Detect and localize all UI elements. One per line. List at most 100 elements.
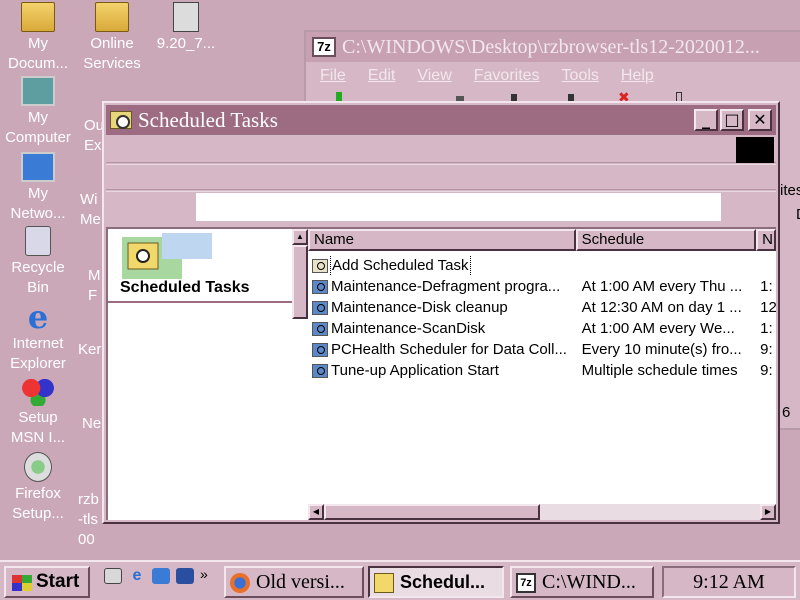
- quick-launch: e »: [104, 567, 214, 596]
- windows-flag-icon: [12, 575, 32, 591]
- desktop-icon-label: Firefox Setup...: [12, 485, 64, 522]
- desktop-icon-label: Internet Explorer: [10, 335, 66, 372]
- start-label: Start: [36, 571, 80, 592]
- desktop-icon-firefox-setup[interactable]: Firefox Setup...: [0, 452, 76, 524]
- column-header-name[interactable]: Name: [308, 229, 576, 251]
- desktop-icon-label: Online Services: [83, 35, 141, 72]
- desktop-icon-internet-explorer[interactable]: e Internet Explorer: [0, 301, 76, 374]
- desktop-icon-label: Setup MSN I...: [10, 409, 66, 446]
- task-schedule: Every 10 minute(s) fro...: [581, 341, 742, 358]
- list-item[interactable]: Tune-up Application Start Multiple sched…: [308, 360, 776, 381]
- task-next-run: 1:: [760, 320, 773, 337]
- horizontal-scrollbar[interactable]: ◀ ▶: [308, 504, 776, 520]
- desktop-icon-my-network[interactable]: My Netwo...: [0, 152, 76, 224]
- task-icon: [312, 300, 328, 315]
- taskbar: Start e » Old versi... Schedul... 7z C:\…: [0, 560, 800, 600]
- list-item[interactable]: Maintenance-Disk cleanup At 12:30 AM on …: [308, 297, 776, 318]
- list-item[interactable]: Maintenance-ScanDisk At 1:00 AM every We…: [308, 318, 776, 339]
- desktop-partial-label: M F: [88, 267, 101, 304]
- 7zip-icon: 7z: [516, 573, 536, 593]
- maximize-button[interactable]: □: [720, 109, 744, 131]
- background-cell-fragment: 6: [782, 404, 791, 421]
- scroll-thumb[interactable]: [324, 504, 540, 520]
- task-next-run: 9:: [760, 341, 773, 358]
- list-item[interactable]: Maintenance-Defragment progra... At 1:00…: [308, 276, 776, 297]
- content-area: Scheduled Tasks ▲ Name Schedule N Add Sc…: [106, 227, 776, 520]
- menubar[interactable]: [106, 137, 776, 163]
- scroll-track[interactable]: [540, 504, 760, 520]
- recycle-bin-icon: [25, 226, 51, 256]
- task-rows: Add Scheduled Task Maintenance-Defragmen…: [308, 255, 776, 381]
- list-item[interactable]: PCHealth Scheduler for Data Coll... Ever…: [308, 339, 776, 360]
- bg-menu-favorites[interactable]: Favorites: [474, 62, 540, 90]
- task-icon: [312, 363, 328, 378]
- taskbar-button-7zip[interactable]: 7z C:\WIND...: [510, 566, 654, 598]
- desktop-icon-setup-file[interactable]: 9.20_7...: [148, 2, 224, 54]
- folder-icon: [21, 2, 55, 32]
- task-schedule: At 1:00 AM every Thu ...: [581, 278, 743, 295]
- desktop-icon-label: 9.20_7...: [156, 35, 216, 52]
- task-icon: [312, 321, 328, 336]
- window-titlebar[interactable]: Scheduled Tasks _ □ ✕: [106, 105, 776, 135]
- outlook-express-icon[interactable]: [152, 568, 170, 584]
- scheduled-tasks-window[interactable]: Scheduled Tasks _ □ ✕ Scheduled Tasks ▲: [102, 101, 780, 524]
- desktop-icon-my-documents[interactable]: My Docum...: [0, 2, 76, 74]
- desktop-icon-setup-msn[interactable]: Setup MSN I...: [0, 376, 76, 448]
- desktop-partial-label: Wi Me: [80, 191, 101, 228]
- column-headers: Name Schedule N: [308, 229, 776, 251]
- web-view-panel: Scheduled Tasks: [108, 229, 292, 520]
- more-chevron-icon[interactable]: »: [200, 567, 208, 581]
- installer-icon: [173, 2, 199, 32]
- toolbar[interactable]: [106, 164, 776, 190]
- desktop-icon-recycle-bin[interactable]: Recycle Bin: [0, 226, 76, 298]
- system-tray-clock[interactable]: 9:12 AM: [662, 566, 796, 598]
- task-name: Maintenance-Disk cleanup: [331, 299, 508, 316]
- taskbar-button-firefox[interactable]: Old versi...: [224, 566, 364, 598]
- start-button[interactable]: Start: [4, 566, 90, 598]
- task-list[interactable]: Name Schedule N Add Scheduled Task Maint…: [308, 229, 776, 520]
- bg-menu-file[interactable]: File: [320, 62, 346, 90]
- panel-scrollbar[interactable]: ▲: [292, 229, 308, 319]
- scroll-right-arrow-icon[interactable]: ▶: [760, 504, 776, 520]
- bg-menu-tools[interactable]: Tools: [562, 62, 599, 90]
- taskbar-button-scheduled-tasks[interactable]: Schedul...: [368, 566, 504, 598]
- list-item-add-task[interactable]: Add Scheduled Task: [308, 255, 776, 276]
- address-bar: [106, 191, 776, 221]
- desktop-icon-label: My Netwo...: [10, 185, 66, 222]
- scroll-thumb[interactable]: [292, 245, 308, 319]
- column-header-schedule[interactable]: Schedule: [575, 229, 757, 251]
- column-header-next-run[interactable]: N: [756, 229, 776, 251]
- task-next-run: 9:: [760, 362, 773, 379]
- firefox-setup-icon: [24, 452, 52, 482]
- desktop-icon-online-services[interactable]: Online Services: [74, 2, 150, 74]
- bg-menu-edit[interactable]: Edit: [368, 62, 396, 90]
- desktop-icon-label: My Computer: [5, 109, 71, 146]
- taskbar-button-label: Old versi...: [256, 571, 345, 593]
- task-name: PCHealth Scheduler for Data Coll...: [331, 341, 567, 358]
- background-menubar: File Edit View Favorites Tools Help: [306, 62, 800, 90]
- task-schedule: Multiple schedule times: [581, 362, 738, 379]
- scheduled-tasks-banner-icon: [122, 233, 212, 279]
- bg-menu-view[interactable]: View: [417, 62, 451, 90]
- task-name: Maintenance-ScanDisk: [331, 320, 486, 337]
- bg-menu-help[interactable]: Help: [621, 62, 654, 90]
- task-icon: [312, 279, 328, 294]
- folder-icon: [95, 2, 129, 32]
- scroll-left-arrow-icon[interactable]: ◀: [308, 504, 324, 520]
- internet-explorer-icon[interactable]: e: [128, 568, 146, 584]
- address-input[interactable]: [196, 193, 721, 221]
- media-player-icon[interactable]: [176, 568, 194, 584]
- task-name: Tune-up Application Start: [331, 362, 499, 379]
- close-button[interactable]: ✕: [748, 109, 772, 131]
- desktop-icon-label: Recycle Bin: [11, 259, 65, 296]
- background-window-titlebar[interactable]: 7z C:\WINDOWS\Desktop\rzbrowser-tls12-20…: [306, 32, 800, 62]
- show-desktop-icon[interactable]: [104, 568, 122, 584]
- desktop-icon-my-computer[interactable]: My Computer: [0, 76, 76, 148]
- task-schedule: At 1:00 AM every We...: [581, 320, 735, 337]
- windows-logo-throbber: [736, 137, 774, 163]
- minimize-button[interactable]: _: [694, 109, 718, 131]
- panel-divider: [108, 301, 292, 303]
- scroll-up-arrow-icon[interactable]: ▲: [292, 229, 308, 245]
- task-schedule: At 12:30 AM on day 1 ...: [581, 299, 742, 316]
- background-column-fragment: ites: [780, 182, 800, 199]
